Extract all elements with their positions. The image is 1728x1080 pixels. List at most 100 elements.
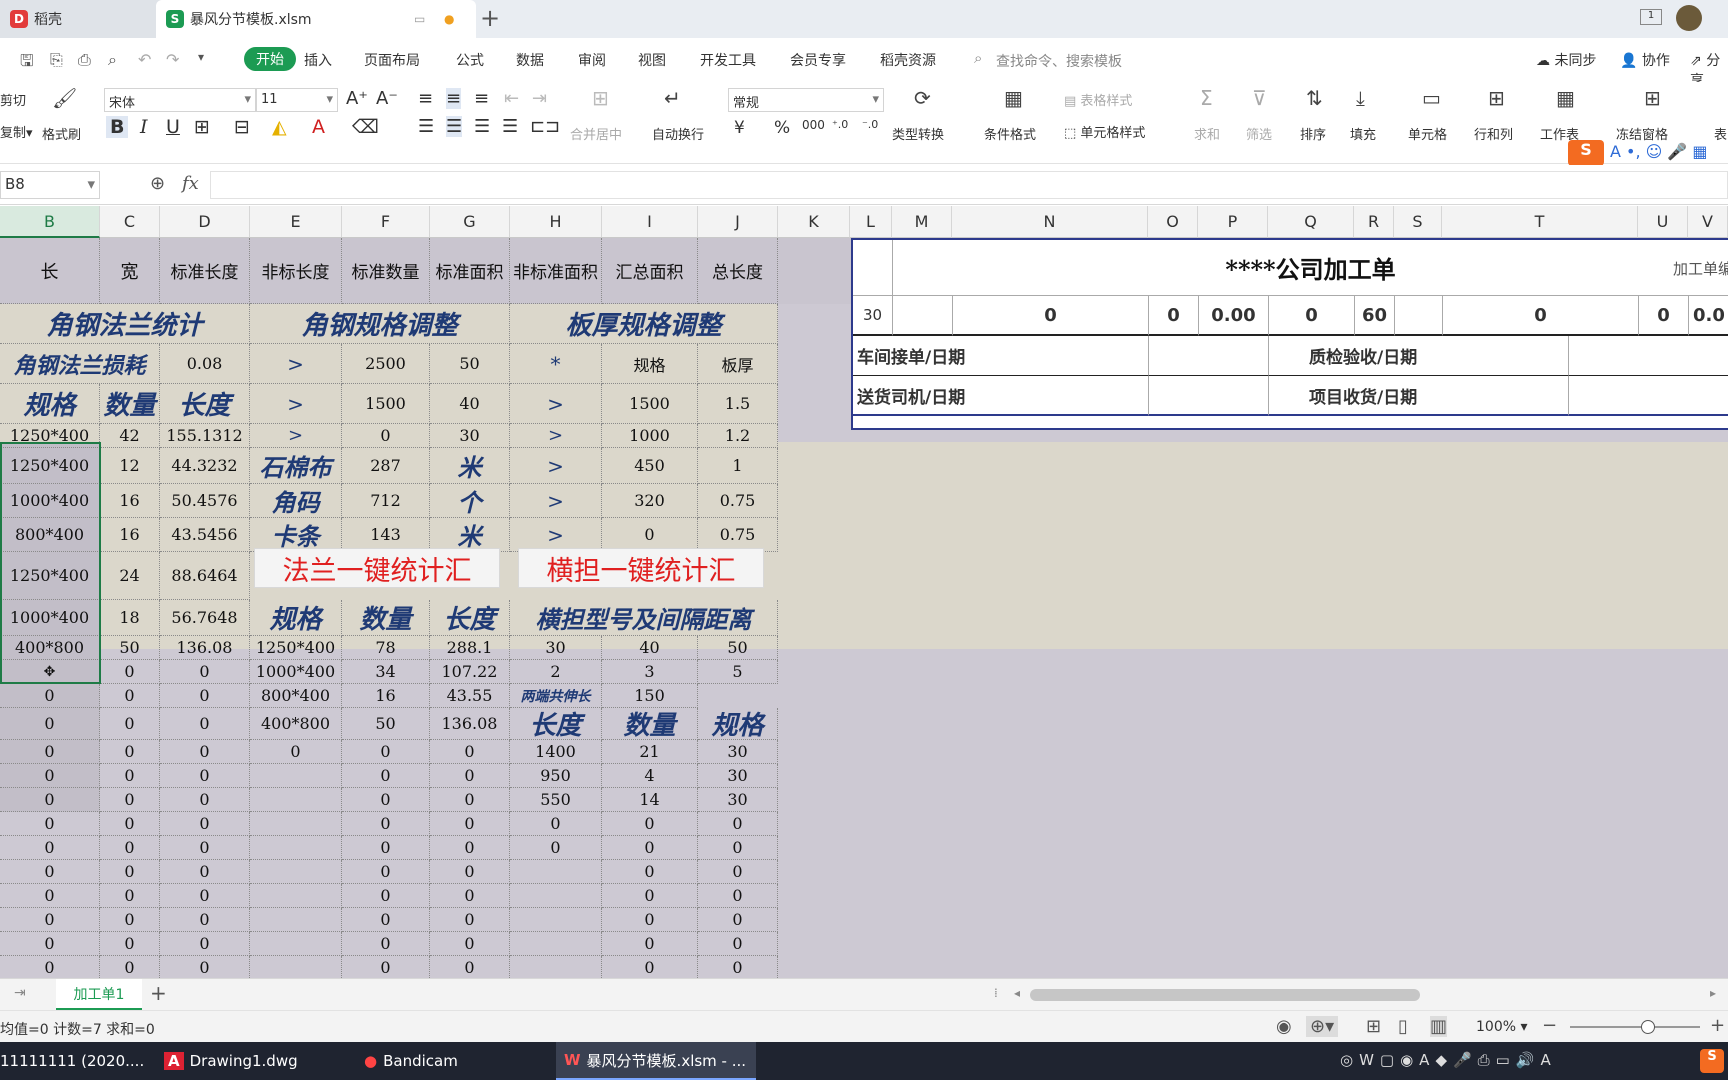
form-value-cell[interactable]: 0	[953, 296, 1149, 336]
adjust-cell[interactable]: 板厚	[698, 344, 778, 384]
form-value-cell[interactable]	[1395, 296, 1443, 336]
workshop-sign-cell[interactable]	[1149, 336, 1269, 376]
monitor-icon[interactable]: ▭	[414, 12, 425, 26]
receive-sign-cell[interactable]	[1569, 376, 1728, 416]
user-avatar[interactable]	[1676, 5, 1702, 31]
lower-cell[interactable]: 0	[430, 812, 510, 836]
col-header-K[interactable]: K	[778, 206, 850, 238]
driver-sign-label[interactable]: 送货司机/日期	[853, 376, 1149, 416]
adjust-cell[interactable]: 40	[430, 384, 510, 424]
conditional-format-button[interactable]: 条件格式	[984, 124, 1036, 143]
export-icon[interactable]: ⎘	[50, 50, 63, 70]
left-qty-cell[interactable]: 12	[100, 448, 160, 484]
zoom-slider-handle[interactable]	[1641, 1020, 1655, 1034]
lower-cell[interactable]: 0	[602, 956, 698, 978]
col-header-P[interactable]: P	[1198, 206, 1268, 238]
lower-cell[interactable]: 0	[160, 764, 250, 788]
summary-cell[interactable]: 78	[342, 636, 430, 660]
len-label[interactable]: 长度	[160, 384, 250, 424]
summary-cell[interactable]: 34	[342, 660, 430, 684]
unit-label[interactable]: 米	[430, 448, 510, 484]
indent-decrease-icon[interactable]: ⇤	[504, 88, 519, 109]
distributed-icon[interactable]: ⊏⊐	[530, 116, 560, 137]
lower-cell[interactable]: 0	[430, 956, 510, 978]
summary-cell[interactable]: 3	[602, 660, 698, 684]
scroll-right-icon[interactable]: ▸	[1710, 986, 1716, 1000]
quick-access-dropdown-icon[interactable]: ▾	[198, 50, 204, 64]
left-len-cell[interactable]: 0	[160, 660, 250, 684]
ime-toolbar-icons[interactable]: A •, ☺ 🎤 ▦	[1610, 142, 1708, 161]
scroll-left-icon[interactable]: ◂	[1014, 986, 1020, 1000]
form-value-cell[interactable]: 0	[1639, 296, 1689, 336]
col-header-O[interactable]: O	[1148, 206, 1198, 238]
summary-cell[interactable]: 40	[602, 636, 698, 660]
format-painter-icon[interactable]: 🖌	[52, 86, 77, 110]
lower-cell[interactable]: 0	[430, 884, 510, 908]
form-value-cell[interactable]: 60	[1355, 296, 1395, 336]
lower-cell[interactable]: 0	[698, 812, 778, 836]
redo-icon[interactable]: ↷	[166, 50, 179, 69]
adjust-cell[interactable]: 1.5	[698, 384, 778, 424]
lower-cell[interactable]	[250, 908, 342, 932]
lower-cell[interactable]: 0	[342, 812, 430, 836]
tab-document[interactable]: S 暴风分节模板.xlsm ▭ ●	[156, 0, 476, 38]
section-angle-adjust[interactable]: 角钢规格调整	[250, 304, 510, 344]
lower-cell[interactable]: 0	[510, 836, 602, 860]
col-header-U[interactable]: U	[1638, 206, 1688, 238]
lower-cell[interactable]: 14	[602, 788, 698, 812]
adjust-cell[interactable]: 50	[430, 344, 510, 384]
lower-cell[interactable]: 0	[698, 836, 778, 860]
lower-cell[interactable]: 0	[342, 932, 430, 956]
menu-review[interactable]: 审阅	[578, 50, 606, 70]
print-icon[interactable]: ⎙	[78, 50, 91, 70]
lower-cell[interactable]: 0	[342, 764, 430, 788]
lower-cell[interactable]: 0	[100, 788, 160, 812]
summary-cell[interactable]: 1250*400	[250, 636, 342, 660]
misc-value[interactable]: 143	[342, 518, 430, 552]
lower-cell[interactable]: 0	[100, 764, 160, 788]
summary-cell[interactable]: 107.22	[430, 660, 510, 684]
left-len-cell[interactable]: 88.6464	[160, 552, 250, 600]
left-len-cell[interactable]: 0	[160, 684, 250, 708]
merge-center-button[interactable]: 合并居中	[570, 124, 622, 143]
taskbar-item-folder[interactable]: 11111111 (2020....	[0, 1042, 150, 1080]
qc-sign-label[interactable]: 质检验收/日期	[1269, 336, 1569, 376]
lower-cell[interactable]: 0	[0, 740, 100, 764]
form-value-cell[interactable]: 0	[1443, 296, 1639, 336]
cell-style-button[interactable]: ⬚ 单元格样式	[1064, 122, 1145, 141]
misc-value[interactable]: >	[510, 448, 602, 484]
misc-value[interactable]: 450	[602, 448, 698, 484]
lower-cell[interactable]: 30	[698, 740, 778, 764]
menu-formula[interactable]: 公式	[456, 50, 484, 70]
horizontal-scrollbar-thumb[interactable]	[1030, 989, 1420, 1001]
table-tool-button[interactable]: 表	[1714, 124, 1727, 143]
lower-cell[interactable]: 0	[160, 740, 250, 764]
align-center-icon[interactable]: ☰	[446, 116, 463, 137]
lower-cell[interactable]: 0	[342, 788, 430, 812]
col-header-C[interactable]: C	[100, 206, 160, 238]
zoom-in-icon[interactable]: +	[1710, 1015, 1725, 1036]
lower-cell[interactable]: 0	[100, 836, 160, 860]
summary-cell[interactable]: 800*400	[250, 684, 342, 708]
lower-cell[interactable]: 0	[430, 740, 510, 764]
lower-cell[interactable]: 0	[602, 932, 698, 956]
section-angle-stat[interactable]: 角钢法兰统计	[0, 304, 250, 344]
print-preview-icon[interactable]: ⌕	[108, 50, 117, 70]
header-cell[interactable]: 标准数量	[342, 238, 430, 304]
adjust-cell[interactable]: *	[510, 344, 602, 384]
save-icon[interactable]: 🖫	[20, 50, 34, 77]
ext-len-value[interactable]: 150	[602, 684, 698, 708]
lower-cell[interactable]: 0	[430, 908, 510, 932]
italic-icon[interactable]: I	[140, 116, 148, 138]
misc-value[interactable]: 0.75	[698, 484, 778, 518]
adjust-cell[interactable]: 30	[430, 424, 510, 448]
left-len-cell[interactable]: 43.5456	[160, 518, 250, 552]
header-cell[interactable]: 汇总面积	[602, 238, 698, 304]
worksheet-grid[interactable]: B C D E F G H I J K L M N O P Q R S T U …	[0, 206, 1728, 978]
summary-cell[interactable]: 400*800	[250, 708, 342, 740]
lower-cell[interactable]: 0	[430, 764, 510, 788]
lower-cell[interactable]: 0	[0, 884, 100, 908]
lower-cell[interactable]	[510, 860, 602, 884]
driver-sign-cell[interactable]	[1149, 376, 1269, 416]
lower-cell[interactable]: 0	[0, 908, 100, 932]
